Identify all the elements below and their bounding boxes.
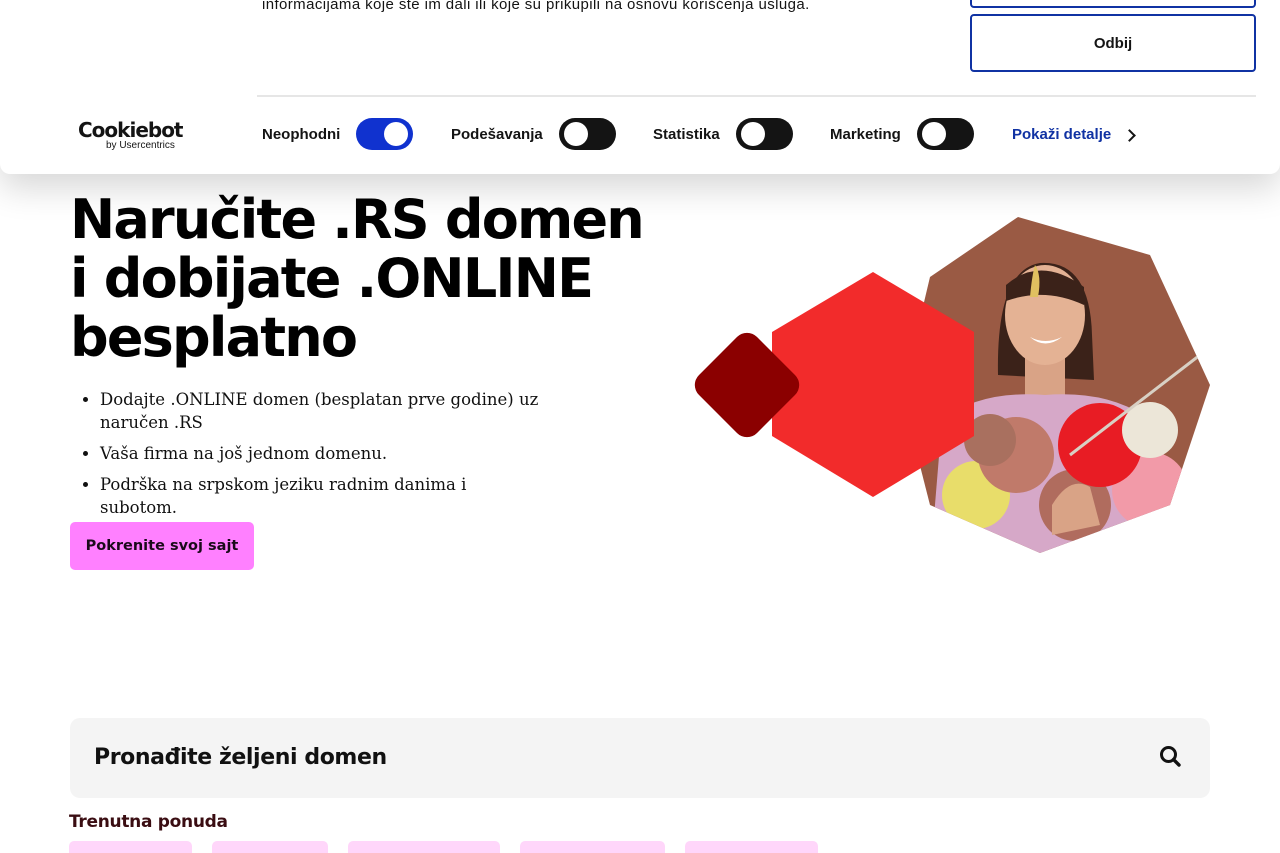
benefits-list: Dodajte .ONLINE domen (besplatan prve go… — [100, 388, 540, 527]
offer-chip[interactable] — [348, 841, 500, 853]
toggle-statistics[interactable] — [736, 118, 793, 150]
cookiebot-logo: Cookiebot by Usercentrics — [78, 118, 184, 151]
toggle-knob — [384, 122, 408, 146]
toggle-preferences[interactable] — [559, 118, 616, 150]
toggle-necessary[interactable] — [356, 118, 413, 150]
toggle-label-preferences: Podešavanja — [451, 126, 543, 143]
benefit-item: Podrška na srpskom jeziku radnim danima … — [100, 473, 540, 519]
toggle-label-statistics: Statistika — [653, 126, 720, 143]
cookie-consent-banner: informacijama koje ste im dali ili koje … — [0, 0, 1280, 174]
domain-search-input[interactable]: Pronađite željeni domen — [70, 718, 1210, 798]
offer-chip[interactable] — [685, 841, 818, 853]
cookiebot-logo-main: Cookiebot — [78, 118, 184, 142]
hero-title-line: i dobijate .ONLINE — [70, 247, 594, 310]
show-details-link[interactable]: Pokaži detalje — [1012, 126, 1137, 143]
chevron-right-icon — [1123, 128, 1137, 142]
current-offers-heading: Trenutna ponuda — [69, 812, 228, 832]
toggle-label-necessary: Neophodni — [262, 126, 341, 143]
benefit-item: Dodajte .ONLINE domen (besplatan prve go… — [100, 388, 540, 434]
divider — [257, 95, 1256, 97]
cookie-description: informacijama koje ste im dali ili koje … — [262, 0, 810, 13]
benefit-item: Vaša firma na još jednom domenu. — [100, 442, 540, 465]
toggle-knob — [741, 122, 765, 146]
hero-title: Naručite .RS domen i dobijate .ONLINE be… — [70, 190, 670, 367]
offer-chip[interactable] — [520, 841, 665, 853]
show-details-label: Pokaži detalje — [1012, 126, 1112, 143]
toggle-marketing[interactable] — [917, 118, 974, 150]
search-placeholder: Pronađite željeni domen — [94, 745, 387, 770]
hero-illustration — [694, 217, 1210, 553]
toggle-label-marketing: Marketing — [830, 126, 901, 143]
hero-title-line: besplatno — [70, 306, 358, 369]
search-icon[interactable] — [1158, 744, 1182, 768]
toggle-knob — [564, 122, 588, 146]
allow-all-button[interactable] — [970, 0, 1256, 8]
deny-button[interactable]: Odbij — [970, 14, 1256, 72]
offer-chip[interactable] — [69, 841, 192, 853]
toggle-knob — [922, 122, 946, 146]
hero-title-line: Naručite .RS domen — [70, 188, 645, 251]
start-site-button[interactable]: Pokrenite svoj sajt — [70, 522, 254, 570]
offer-chip[interactable] — [212, 841, 328, 853]
